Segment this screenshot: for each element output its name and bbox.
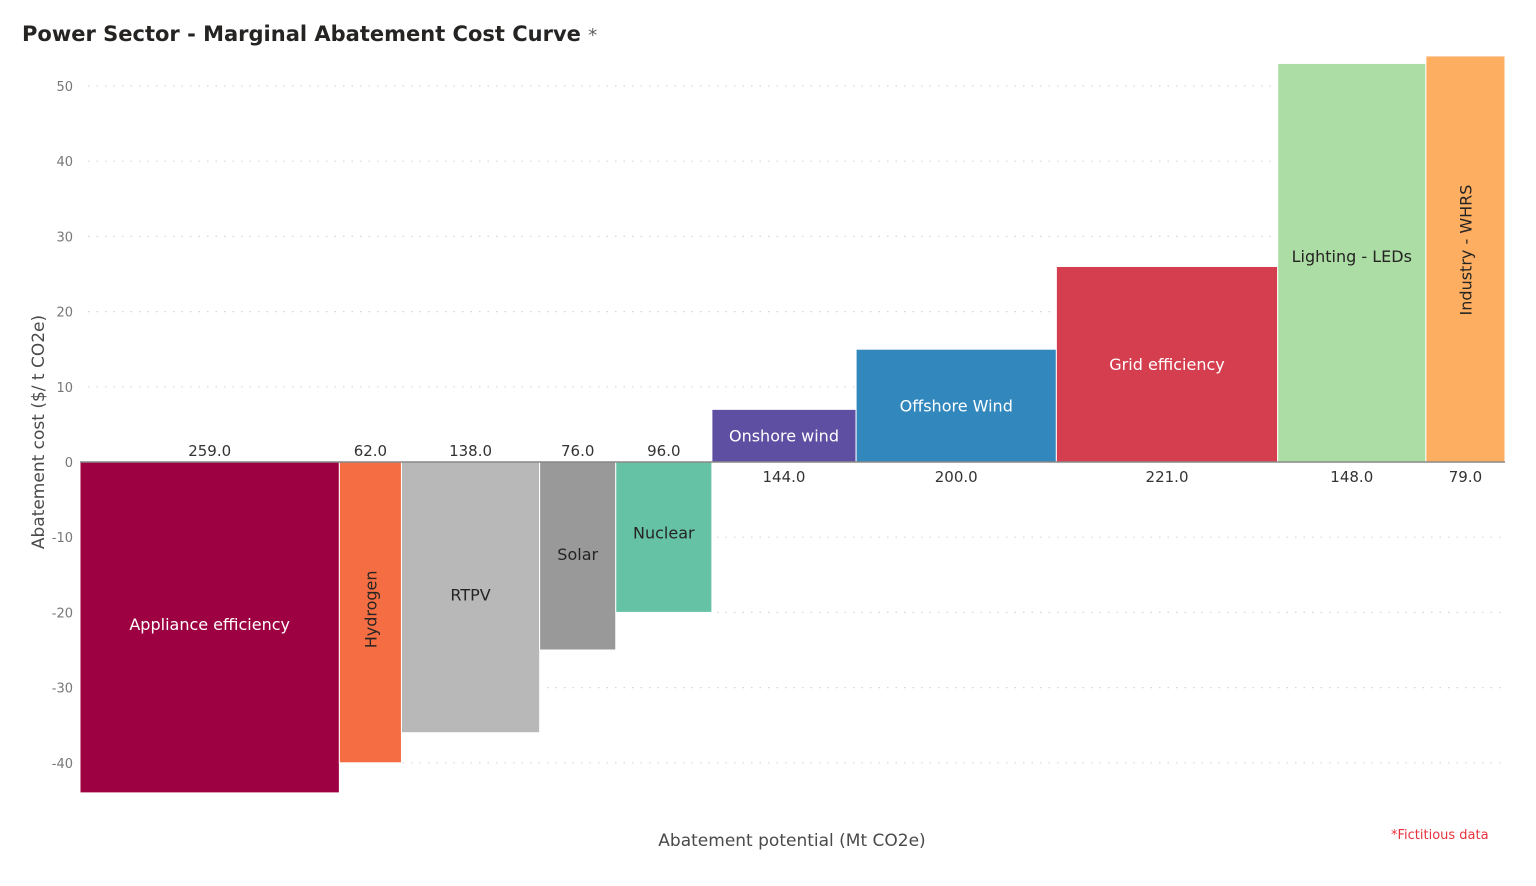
bar-category-label: Appliance efficiency [129, 615, 290, 634]
bar-category-label: RTPV [450, 586, 490, 605]
bar-width-label: 138.0 [449, 442, 492, 460]
bar-width-label: 200.0 [935, 468, 978, 486]
y-tick-label: -30 [52, 682, 73, 697]
bar-category-label: Offshore Wind [900, 397, 1013, 416]
bar-category-label: Solar [557, 545, 598, 564]
y-tick-label: 10 [56, 381, 73, 396]
fictitious-data-note: *Fictitious data [1391, 828, 1489, 843]
bar-width-label: 62.0 [354, 442, 387, 460]
bar-width-label: 76.0 [561, 442, 594, 460]
y-tick-label: 20 [56, 306, 73, 321]
y-tick-label: 30 [56, 230, 73, 245]
bar-category-label: Grid efficiency [1109, 355, 1224, 374]
mac-curve-chart: 50 40 30 20 10 0 -10 -20 -30 -40 Appliance effici… [29, 55, 1506, 851]
bar-category-label: Hydrogen [361, 570, 380, 648]
bar-category-label: Industry - WHRS [1456, 185, 1475, 316]
bar-width-label: 221.0 [1146, 468, 1189, 486]
y-axis-ticks: 50 40 30 20 10 0 -10 -20 -30 -40 [52, 80, 73, 772]
bar-width-label: 148.0 [1330, 468, 1373, 486]
bar-width-label: 96.0 [647, 442, 680, 460]
y-tick-label: -10 [52, 531, 73, 546]
bar-category-label: Onshore wind [729, 427, 839, 446]
y-axis-title: Abatement cost ($/ t CO2e) [29, 315, 49, 549]
bars [79, 55, 1506, 794]
y-tick-label: -40 [52, 757, 73, 772]
y-tick-label: 40 [56, 155, 73, 170]
bar-width-label: 79.0 [1449, 468, 1482, 486]
bar-category-label: Lighting - LEDs [1292, 247, 1412, 266]
x-axis-title: Abatement potential (Mt CO2e) [658, 831, 925, 851]
y-tick-label: 0 [65, 456, 73, 471]
bar-width-label: 259.0 [188, 442, 231, 460]
y-tick-label: 50 [56, 80, 73, 95]
bar-category-label: Nuclear [633, 524, 695, 543]
bar-width-label: 144.0 [763, 468, 806, 486]
y-tick-label: -20 [52, 606, 73, 621]
